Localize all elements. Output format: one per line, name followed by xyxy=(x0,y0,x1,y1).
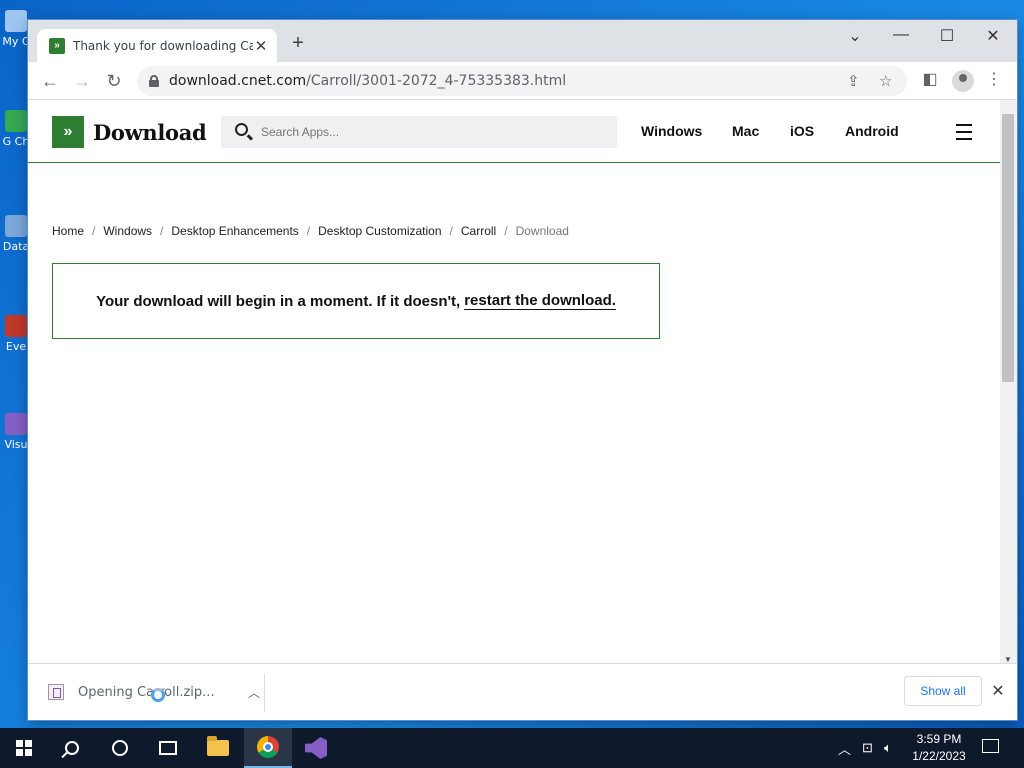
side-panel-icon[interactable]: ◧ xyxy=(918,69,942,89)
windows-logo-icon xyxy=(16,740,32,756)
folder-icon xyxy=(207,736,229,756)
breadcrumb-carroll[interactable]: Carroll xyxy=(461,224,496,238)
visual-studio-taskbar-button[interactable] xyxy=(292,728,340,768)
desktop-icon-eve[interactable]: Eve xyxy=(2,315,30,353)
data-shortcut-icon xyxy=(5,215,27,237)
file-explorer-button[interactable] xyxy=(194,728,242,768)
site-logo-text[interactable]: Download xyxy=(93,120,207,145)
desktop-icon-label: Data xyxy=(2,240,30,253)
vertical-scroll-thumb[interactable] xyxy=(1002,114,1014,382)
desktop-icon-label: Visu xyxy=(4,438,28,451)
vertical-scrollbar[interactable]: ▼ xyxy=(1000,100,1017,666)
cortana-button[interactable] xyxy=(96,728,144,768)
computer-icon xyxy=(5,10,27,32)
nav-mac[interactable]: Mac xyxy=(732,123,759,139)
cortana-circle-icon xyxy=(112,740,128,756)
breadcrumb-desktop-enhancements[interactable]: Desktop Enhancements xyxy=(171,224,298,238)
maximize-button[interactable]: ☐ xyxy=(932,26,962,46)
title-bar: » Thank you for downloading Carroll ✕ + … xyxy=(28,20,1017,62)
chrome-icon xyxy=(257,736,279,758)
shelf-divider xyxy=(264,674,265,712)
page-viewport: » Download Windows Mac iOS Android Home/… xyxy=(28,100,1000,666)
nav-windows[interactable]: Windows xyxy=(641,123,702,139)
breadcrumb-home[interactable]: Home xyxy=(52,224,84,238)
restart-download-link[interactable]: restart the download. xyxy=(464,292,616,310)
close-window-button[interactable]: ✕ xyxy=(978,26,1008,46)
search-icon xyxy=(235,123,248,136)
taskbar: ︿ ⊡ 🔈︎ 3:59 PM 1/22/2023 xyxy=(0,728,1024,768)
chrome-shortcut-icon xyxy=(5,110,27,132)
search-icon xyxy=(65,741,79,755)
lock-icon xyxy=(149,75,159,87)
browser-window: » Thank you for downloading Carroll ✕ + … xyxy=(28,20,1017,720)
loading-spinner-icon xyxy=(151,688,165,702)
tab-active[interactable]: » Thank you for downloading Carroll ✕ xyxy=(37,29,277,62)
zip-file-icon xyxy=(48,684,64,700)
chrome-taskbar-button[interactable] xyxy=(244,728,292,768)
breadcrumb: Home / Windows / Desktop Enhancements / Des… xyxy=(52,224,569,238)
bookmark-star-icon[interactable]: ☆ xyxy=(879,72,892,90)
tab-search-chevron-icon[interactable]: ⌄ xyxy=(840,26,870,46)
desktop-icon-label: Eve xyxy=(5,340,27,353)
show-hidden-icons-chevron-icon[interactable]: ︿ xyxy=(838,728,851,768)
profile-avatar-icon[interactable] xyxy=(952,70,974,92)
close-shelf-icon[interactable]: ✕ xyxy=(988,681,1008,701)
breadcrumb-desktop-customization[interactable]: Desktop Customization xyxy=(318,224,441,238)
breadcrumb-windows[interactable]: Windows xyxy=(103,224,152,238)
url-text: download.cnet.com/Carroll/3001-2072_4-75… xyxy=(169,73,567,89)
clock-date: 1/22/2023 xyxy=(912,749,966,763)
back-arrow-icon[interactable]: ← xyxy=(38,70,62,92)
site-search[interactable] xyxy=(221,116,617,148)
browser-toolbar: ← → ↻ download.cnet.com/Carroll/3001-207… xyxy=(28,62,1017,100)
site-header: » Download Windows Mac iOS Android xyxy=(28,100,1000,163)
taskbar-search-button[interactable] xyxy=(48,728,96,768)
tab-close-icon[interactable]: ✕ xyxy=(253,37,269,55)
visual-studio-icon xyxy=(305,737,327,759)
network-icon[interactable]: ⊡ xyxy=(862,728,873,768)
download-notice: Your download will begin in a moment. If… xyxy=(52,263,660,339)
reload-icon[interactable]: ↻ xyxy=(102,70,126,92)
forward-arrow-icon[interactable]: → xyxy=(70,70,94,92)
desktop-icon-data[interactable]: Data xyxy=(2,215,30,253)
new-tab-button[interactable]: + xyxy=(286,32,310,55)
share-icon[interactable]: ⇪ xyxy=(847,72,860,90)
task-view-icon xyxy=(159,741,177,755)
volume-icon[interactable]: 🔈︎ xyxy=(884,728,892,768)
notice-text: Your download will begin in a moment. If… xyxy=(96,292,461,310)
hamburger-menu-icon[interactable] xyxy=(956,124,972,140)
desktop-icon-visual-studio[interactable]: Visu xyxy=(2,413,30,451)
download-logo-icon[interactable]: » xyxy=(52,116,84,148)
task-view-button[interactable] xyxy=(144,728,192,768)
minimize-button[interactable]: — xyxy=(886,26,916,44)
visual-studio-shortcut-icon xyxy=(5,413,27,435)
eve-shortcut-icon xyxy=(5,315,27,337)
clock-time: 3:59 PM xyxy=(916,732,962,746)
notification-center-icon[interactable] xyxy=(982,739,999,753)
show-all-button[interactable]: Show all xyxy=(904,676,982,706)
menu-kebab-icon[interactable]: ⋮ xyxy=(982,69,1006,89)
nav-ios[interactable]: iOS xyxy=(790,123,814,139)
download-shelf: Opening Carroll.zip... ︿ Show all ✕ xyxy=(28,663,1017,720)
chevron-up-icon[interactable]: ︿ xyxy=(244,684,264,701)
nav-android[interactable]: Android xyxy=(845,123,899,139)
search-input[interactable] xyxy=(261,116,601,148)
address-bar[interactable]: download.cnet.com/Carroll/3001-2072_4-75… xyxy=(137,66,907,96)
tab-title: Thank you for downloading Carroll xyxy=(73,38,253,53)
desktop-icon-my-computer[interactable]: My C xyxy=(2,10,30,48)
start-button[interactable] xyxy=(0,728,48,768)
desktop-icon-label: My C xyxy=(2,35,30,48)
breadcrumb-current: Download xyxy=(515,224,569,238)
desktop-icon-label: G Ch xyxy=(2,135,30,148)
system-clock[interactable]: 3:59 PM 1/22/2023 xyxy=(904,731,974,765)
desktop-icon-chrome[interactable]: G Ch xyxy=(2,110,30,148)
download-favicon-icon: » xyxy=(49,37,65,54)
